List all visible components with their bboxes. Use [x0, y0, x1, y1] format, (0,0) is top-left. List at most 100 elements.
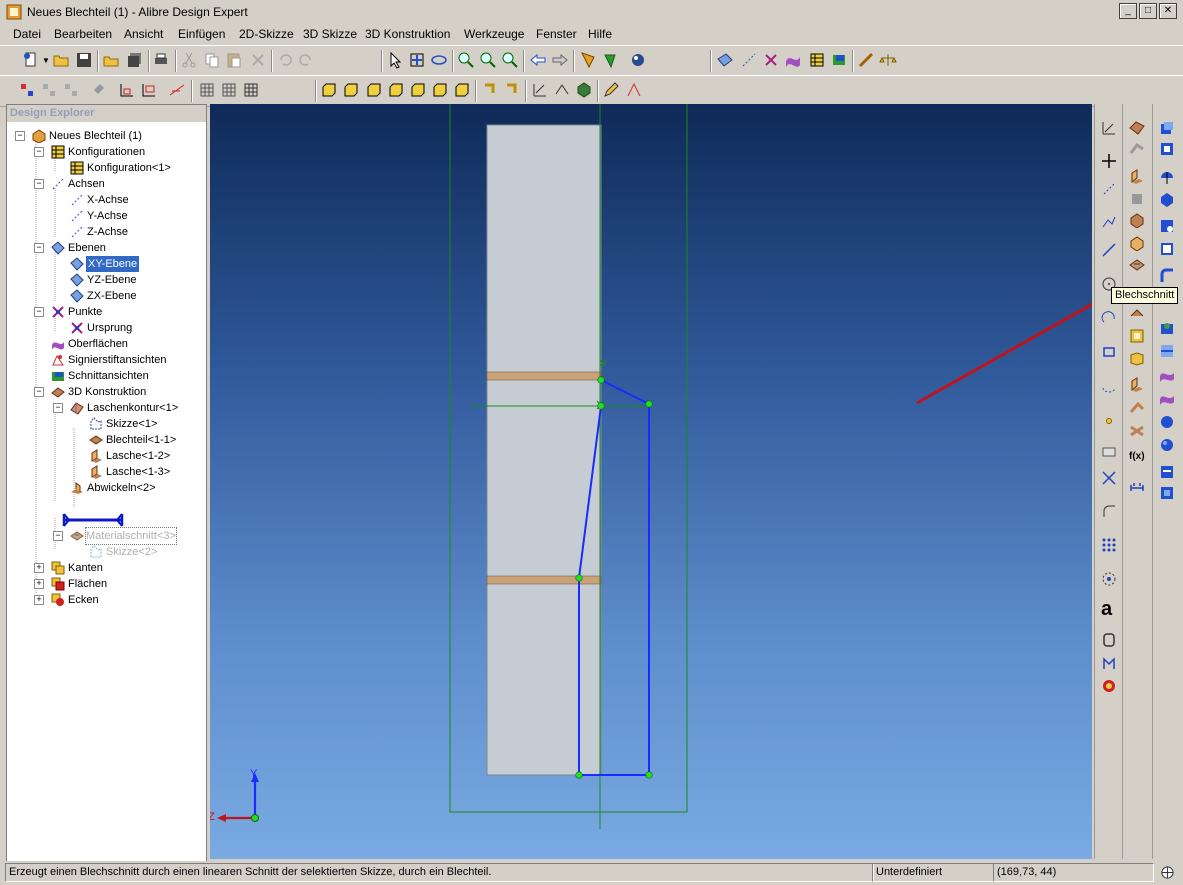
- paste-icon[interactable]: [225, 51, 243, 69]
- point-icon[interactable]: [1101, 413, 1117, 429]
- orient-icon[interactable]: [579, 51, 597, 69]
- zoom-window-icon[interactable]: [479, 51, 497, 69]
- grid-icon[interactable]: [198, 81, 216, 99]
- split-icon[interactable]: [1159, 485, 1175, 501]
- dimension-icon[interactable]: [1129, 478, 1145, 494]
- pin-icon[interactable]: [91, 81, 109, 99]
- maximize-button[interactable]: □: [1139, 3, 1157, 19]
- rotate-right-icon[interactable]: [503, 81, 521, 99]
- open-folder-icon[interactable]: [102, 51, 120, 69]
- text-tool-icon[interactable]: a: [1101, 599, 1112, 619]
- tree-copy-icon[interactable]: [62, 81, 80, 99]
- previous-view-icon[interactable]: [529, 51, 547, 69]
- shell-icon[interactable]: [1159, 241, 1175, 257]
- rectangle-icon[interactable]: [1101, 344, 1117, 360]
- sketch-3d-icon[interactable]: [553, 81, 571, 99]
- reference-line-icon[interactable]: [1101, 181, 1117, 197]
- contour-flange-icon[interactable]: [1129, 120, 1145, 136]
- menu-fenster[interactable]: Fenster: [536, 27, 577, 41]
- collapse-icon[interactable]: −: [34, 243, 44, 253]
- trim-icon[interactable]: [1101, 470, 1117, 486]
- table-tool-icon[interactable]: [808, 51, 826, 69]
- menu-datei[interactable]: Datei: [13, 27, 41, 41]
- revolve-icon[interactable]: [1159, 168, 1175, 184]
- balance-icon[interactable]: [879, 51, 897, 69]
- collapse-icon[interactable]: −: [34, 179, 44, 189]
- sweep-icon[interactable]: [1159, 191, 1175, 207]
- model-viewport[interactable]: Y Z: [210, 104, 1092, 859]
- new-icon[interactable]: [22, 51, 40, 69]
- unfold-tool-icon[interactable]: [1129, 306, 1145, 322]
- rip-icon[interactable]: [1129, 351, 1145, 367]
- view-left-icon[interactable]: [365, 81, 383, 99]
- copy-icon[interactable]: [203, 51, 221, 69]
- design-explorer-icon[interactable]: [18, 81, 36, 99]
- thread-icon[interactable]: [1159, 343, 1175, 359]
- sketch-analysis-icon[interactable]: [168, 81, 186, 99]
- collapse-icon[interactable]: −: [34, 387, 44, 397]
- base-flange-icon[interactable]: [1129, 212, 1145, 228]
- render-icon[interactable]: [629, 51, 647, 69]
- save-icon[interactable]: [75, 51, 93, 69]
- draft-icon[interactable]: [1159, 437, 1175, 453]
- convert-icon[interactable]: [1129, 423, 1145, 439]
- normal-view-icon[interactable]: [601, 51, 619, 69]
- plane-tool-icon[interactable]: [716, 51, 734, 69]
- menu-ansicht[interactable]: Ansicht: [124, 27, 163, 41]
- polygon-icon[interactable]: [1101, 378, 1117, 394]
- fillet-tool-icon[interactable]: [1159, 268, 1175, 284]
- sketch-rect-icon[interactable]: [118, 81, 136, 99]
- extrude-cut-icon[interactable]: [1159, 141, 1175, 157]
- menu-werkzeuge[interactable]: Werkzeuge: [464, 27, 524, 41]
- chamfer-icon[interactable]: [1159, 414, 1175, 430]
- undo-icon[interactable]: [276, 51, 294, 69]
- extrude-icon[interactable]: [1159, 120, 1175, 136]
- view-front-icon[interactable]: [320, 81, 338, 99]
- view-top-icon[interactable]: [409, 81, 427, 99]
- menu-einfuegen[interactable]: Einfügen: [178, 27, 225, 41]
- grid-lines-icon[interactable]: [242, 81, 260, 99]
- sketch-exit-icon[interactable]: [140, 81, 158, 99]
- view-bottom-icon[interactable]: [431, 81, 449, 99]
- pencil-icon[interactable]: [602, 81, 620, 99]
- menu-3d-konstruktion[interactable]: 3D Konstruktion: [365, 27, 450, 41]
- print-icon[interactable]: [152, 51, 170, 69]
- point-tool-icon[interactable]: [762, 51, 780, 69]
- jog-icon[interactable]: [1129, 376, 1145, 392]
- mirror-feature-icon[interactable]: [1159, 391, 1175, 407]
- expand-icon[interactable]: +: [34, 579, 44, 589]
- markup-icon[interactable]: [625, 81, 643, 99]
- line-icon[interactable]: [1101, 242, 1117, 258]
- model-canvas[interactable]: [210, 104, 1092, 859]
- pattern-icon[interactable]: [1101, 537, 1117, 553]
- rollback-marker[interactable]: [62, 513, 124, 527]
- cut-icon[interactable]: [180, 51, 198, 69]
- mirror-icon[interactable]: [1101, 655, 1117, 671]
- tree-icon[interactable]: [40, 81, 58, 99]
- view-right-icon[interactable]: [387, 81, 405, 99]
- box-flange-icon[interactable]: [1129, 235, 1145, 251]
- hem-icon[interactable]: [1129, 191, 1145, 207]
- sheet-bend-icon[interactable]: [1129, 141, 1145, 157]
- text-box-icon[interactable]: [1101, 444, 1117, 460]
- offset-icon[interactable]: [1101, 632, 1117, 648]
- close-button[interactable]: ✕: [1159, 3, 1177, 19]
- formula-icon[interactable]: f(x): [1129, 451, 1145, 462]
- flange-tool-icon[interactable]: [1129, 168, 1145, 184]
- collapse-icon[interactable]: −: [15, 131, 25, 141]
- menu-hilfe[interactable]: Hilfe: [588, 27, 612, 41]
- sketch-activate-icon[interactable]: [1101, 120, 1117, 136]
- shaded-icon[interactable]: [575, 81, 593, 99]
- redo-icon[interactable]: [297, 51, 315, 69]
- open-icon[interactable]: [52, 51, 70, 69]
- delete-icon[interactable]: [249, 51, 267, 69]
- hole-icon[interactable]: [1159, 320, 1175, 336]
- minimize-button[interactable]: _: [1119, 3, 1137, 19]
- arc-icon[interactable]: [1101, 310, 1117, 326]
- boolean-icon[interactable]: [1159, 464, 1175, 480]
- save-all-icon[interactable]: [126, 51, 144, 69]
- menu-2d-skizze[interactable]: 2D-Skizze: [239, 27, 294, 41]
- sheet-cut-icon[interactable]: [1129, 257, 1145, 273]
- select-icon[interactable]: [386, 51, 404, 69]
- zoom-fit-icon[interactable]: [501, 51, 519, 69]
